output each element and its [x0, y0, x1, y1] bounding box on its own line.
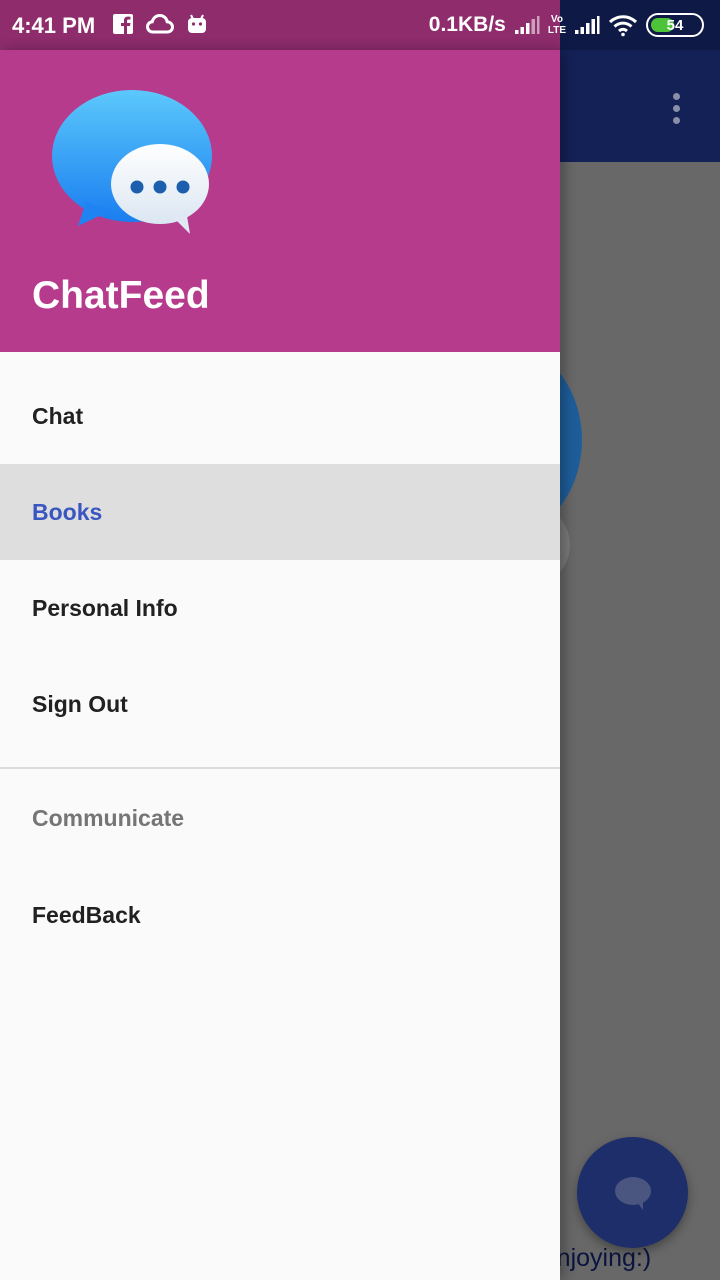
- overflow-dot: [672, 104, 680, 112]
- overflow-menu-button[interactable]: [664, 88, 688, 128]
- menu-item-label: Chat: [32, 402, 84, 429]
- overflow-dot: [672, 116, 680, 124]
- menu-item-chat[interactable]: Chat: [0, 368, 560, 464]
- navigation-drawer: ChatFeed Chat Books Personal Info Sign O…: [0, 50, 560, 1280]
- chat-bubble-icon: [614, 1176, 651, 1210]
- app-name: ChatFeed: [32, 274, 210, 317]
- section-header-communicate: Communicate: [32, 805, 185, 831]
- menu-item-label: Sign Out: [32, 690, 128, 717]
- volte-top-label: Vo: [550, 14, 563, 25]
- status-right-group: 0.1KB/s Vo LTE 54: [429, 10, 704, 40]
- battery-level: 54: [666, 16, 684, 34]
- signal-icon: [575, 16, 600, 34]
- cloud-icon: [146, 13, 174, 34]
- menu-item-personal-info[interactable]: Personal Info: [0, 560, 560, 656]
- chat-fab-button[interactable]: [577, 1137, 688, 1248]
- volte-indicator: Vo LTE: [548, 14, 566, 36]
- overflow-dot: [672, 92, 680, 100]
- chat-bubbles-logo-icon: [52, 90, 212, 234]
- signal-icon: [514, 16, 540, 34]
- wifi-icon: [608, 15, 638, 37]
- status-bar: 4:41 PM 0.1KB/s Vo LTE 54: [0, 0, 720, 50]
- notification-icons: [112, 13, 208, 35]
- menu-divider: [0, 767, 560, 769]
- menu-item-label: FeedBack: [32, 901, 141, 928]
- menu-item-label: Personal Info: [32, 594, 178, 621]
- network-speed: 0.1KB/s: [428, 13, 506, 36]
- status-time: 4:41 PM: [12, 13, 96, 38]
- battery-indicator: 54: [646, 13, 704, 37]
- drawer-header: ChatFeed: [0, 50, 560, 352]
- android-icon: [188, 14, 206, 33]
- menu-item-label: Books: [32, 498, 103, 525]
- menu-item-sign-out[interactable]: Sign Out: [0, 656, 560, 752]
- volte-bottom-label: LTE: [547, 25, 566, 36]
- menu-item-books[interactable]: Books: [0, 464, 560, 560]
- menu-item-feedback[interactable]: FeedBack: [0, 867, 560, 963]
- facebook-icon: [113, 14, 133, 35]
